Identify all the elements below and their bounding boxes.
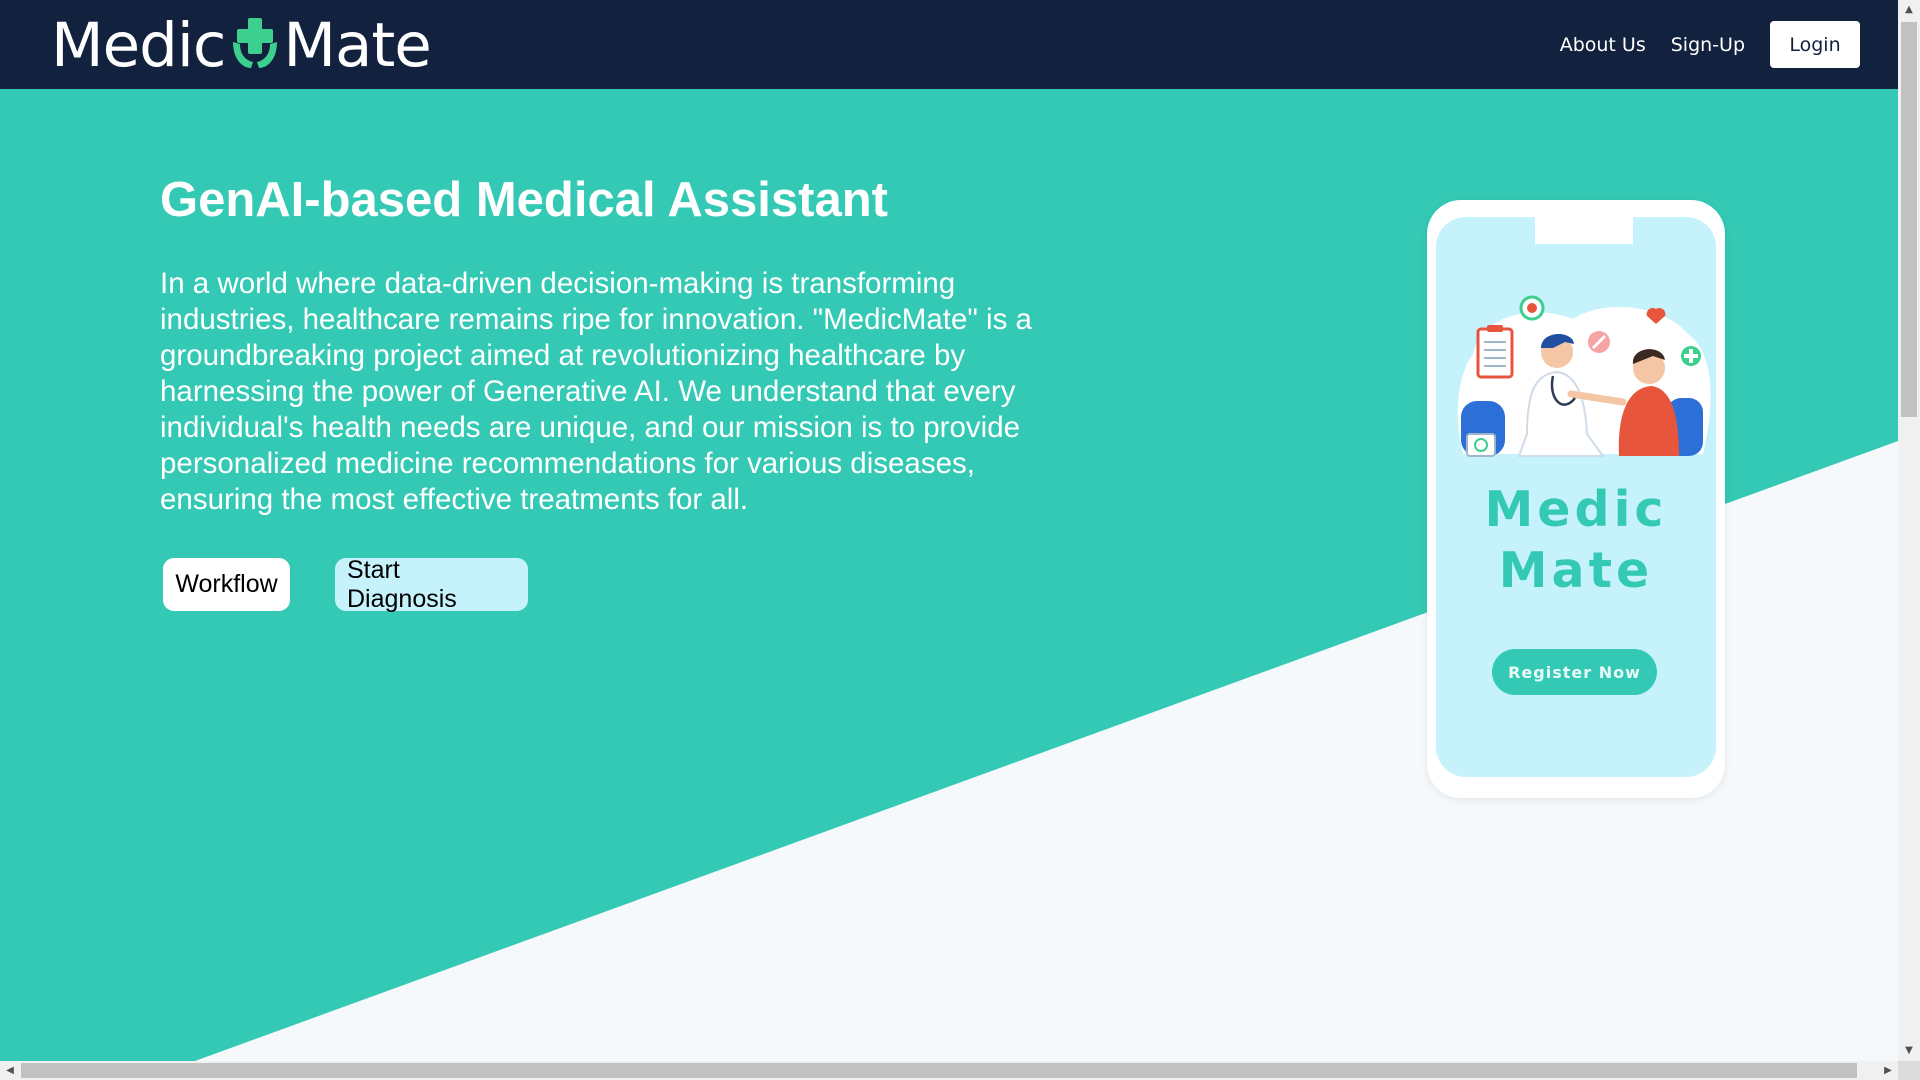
phone-brand-line1: Medic: [1484, 481, 1668, 538]
phone-notch: [1535, 217, 1633, 244]
phone-brand-line2: Mate: [1498, 542, 1654, 599]
brand-name-right: Mate: [283, 9, 431, 81]
nav-links: About Us Sign-Up Login: [1535, 0, 1860, 89]
scroll-up-arrow-icon[interactable]: ▲: [1898, 0, 1920, 20]
nav-about-link[interactable]: About Us: [1560, 34, 1646, 56]
vertical-scroll-thumb[interactable]: [1901, 22, 1917, 417]
scrollbar-corner: [1898, 1061, 1920, 1080]
hero-buttons: Workflow Start Diagnosis: [163, 556, 528, 613]
hero-title: GenAI-based Medical Assistant: [160, 173, 888, 227]
horizontal-scrollbar[interactable]: ◀ ▶: [0, 1061, 1898, 1080]
doctor-patient-illustration: [1457, 295, 1711, 457]
hero-content: GenAI-based Medical Assistant In a world…: [160, 170, 1040, 518]
hero-description: In a world where data-driven decision-ma…: [160, 267, 1032, 516]
phone-screen: Medic Mate Register Now: [1436, 217, 1716, 777]
brand-logo[interactable]: Medic Mate: [51, 9, 432, 81]
top-navbar: Medic Mate About Us Sign-Up Login: [0, 0, 1898, 89]
vertical-scrollbar[interactable]: ▲ ▼: [1898, 0, 1920, 1061]
start-diagnosis-button[interactable]: Start Diagnosis: [335, 556, 528, 613]
scroll-down-arrow-icon[interactable]: ▼: [1898, 1041, 1920, 1061]
register-now-button[interactable]: Register Now: [1492, 649, 1657, 695]
nav-signup-link[interactable]: Sign-Up: [1671, 34, 1745, 56]
workflow-button[interactable]: Workflow: [163, 558, 290, 611]
phone-brand-text: Medic Mate: [1436, 479, 1716, 601]
phone-mockup: Medic Mate Register Now: [1427, 200, 1725, 798]
scroll-left-arrow-icon[interactable]: ◀: [0, 1061, 20, 1080]
horizontal-scroll-thumb[interactable]: [21, 1063, 1857, 1078]
brand-name-left: Medic: [51, 9, 226, 81]
medical-cross-hands-icon: [233, 18, 278, 68]
login-button[interactable]: Login: [1770, 21, 1860, 68]
scroll-right-arrow-icon[interactable]: ▶: [1878, 1061, 1898, 1080]
